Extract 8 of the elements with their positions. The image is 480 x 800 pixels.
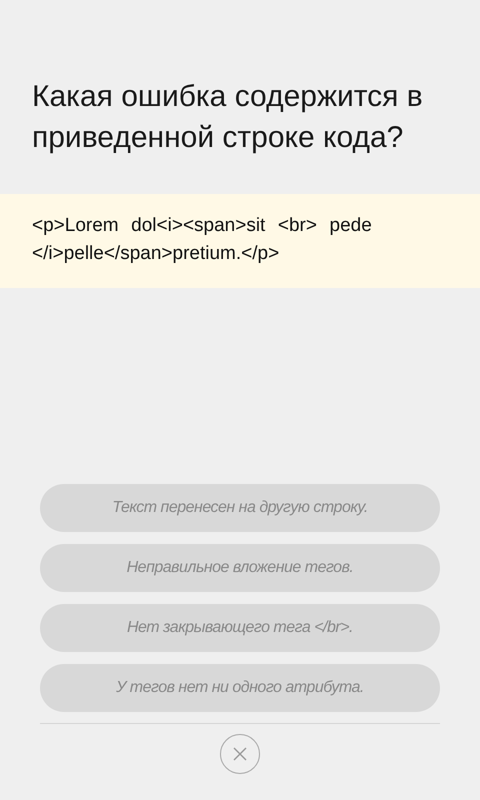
answer-option[interactable]: Нет закрывающего тега </br>.	[40, 604, 440, 652]
code-snippet: <p>Lorem dol<i><span>sit <br> pede </i>pelle</span>pretium.</p>	[32, 214, 373, 266]
question-text: Какая ошибка содержится в приведенной строке кода?	[31, 79, 424, 156]
close-button[interactable]	[220, 734, 260, 774]
answer-option[interactable]: Текст перенесен на другую строку.	[40, 484, 440, 532]
answer-option[interactable]: Неправильное вложение тегов.	[40, 544, 440, 592]
answer-option[interactable]: У тегов нет ни одного атрибута.	[40, 664, 440, 712]
close-icon	[232, 746, 248, 762]
